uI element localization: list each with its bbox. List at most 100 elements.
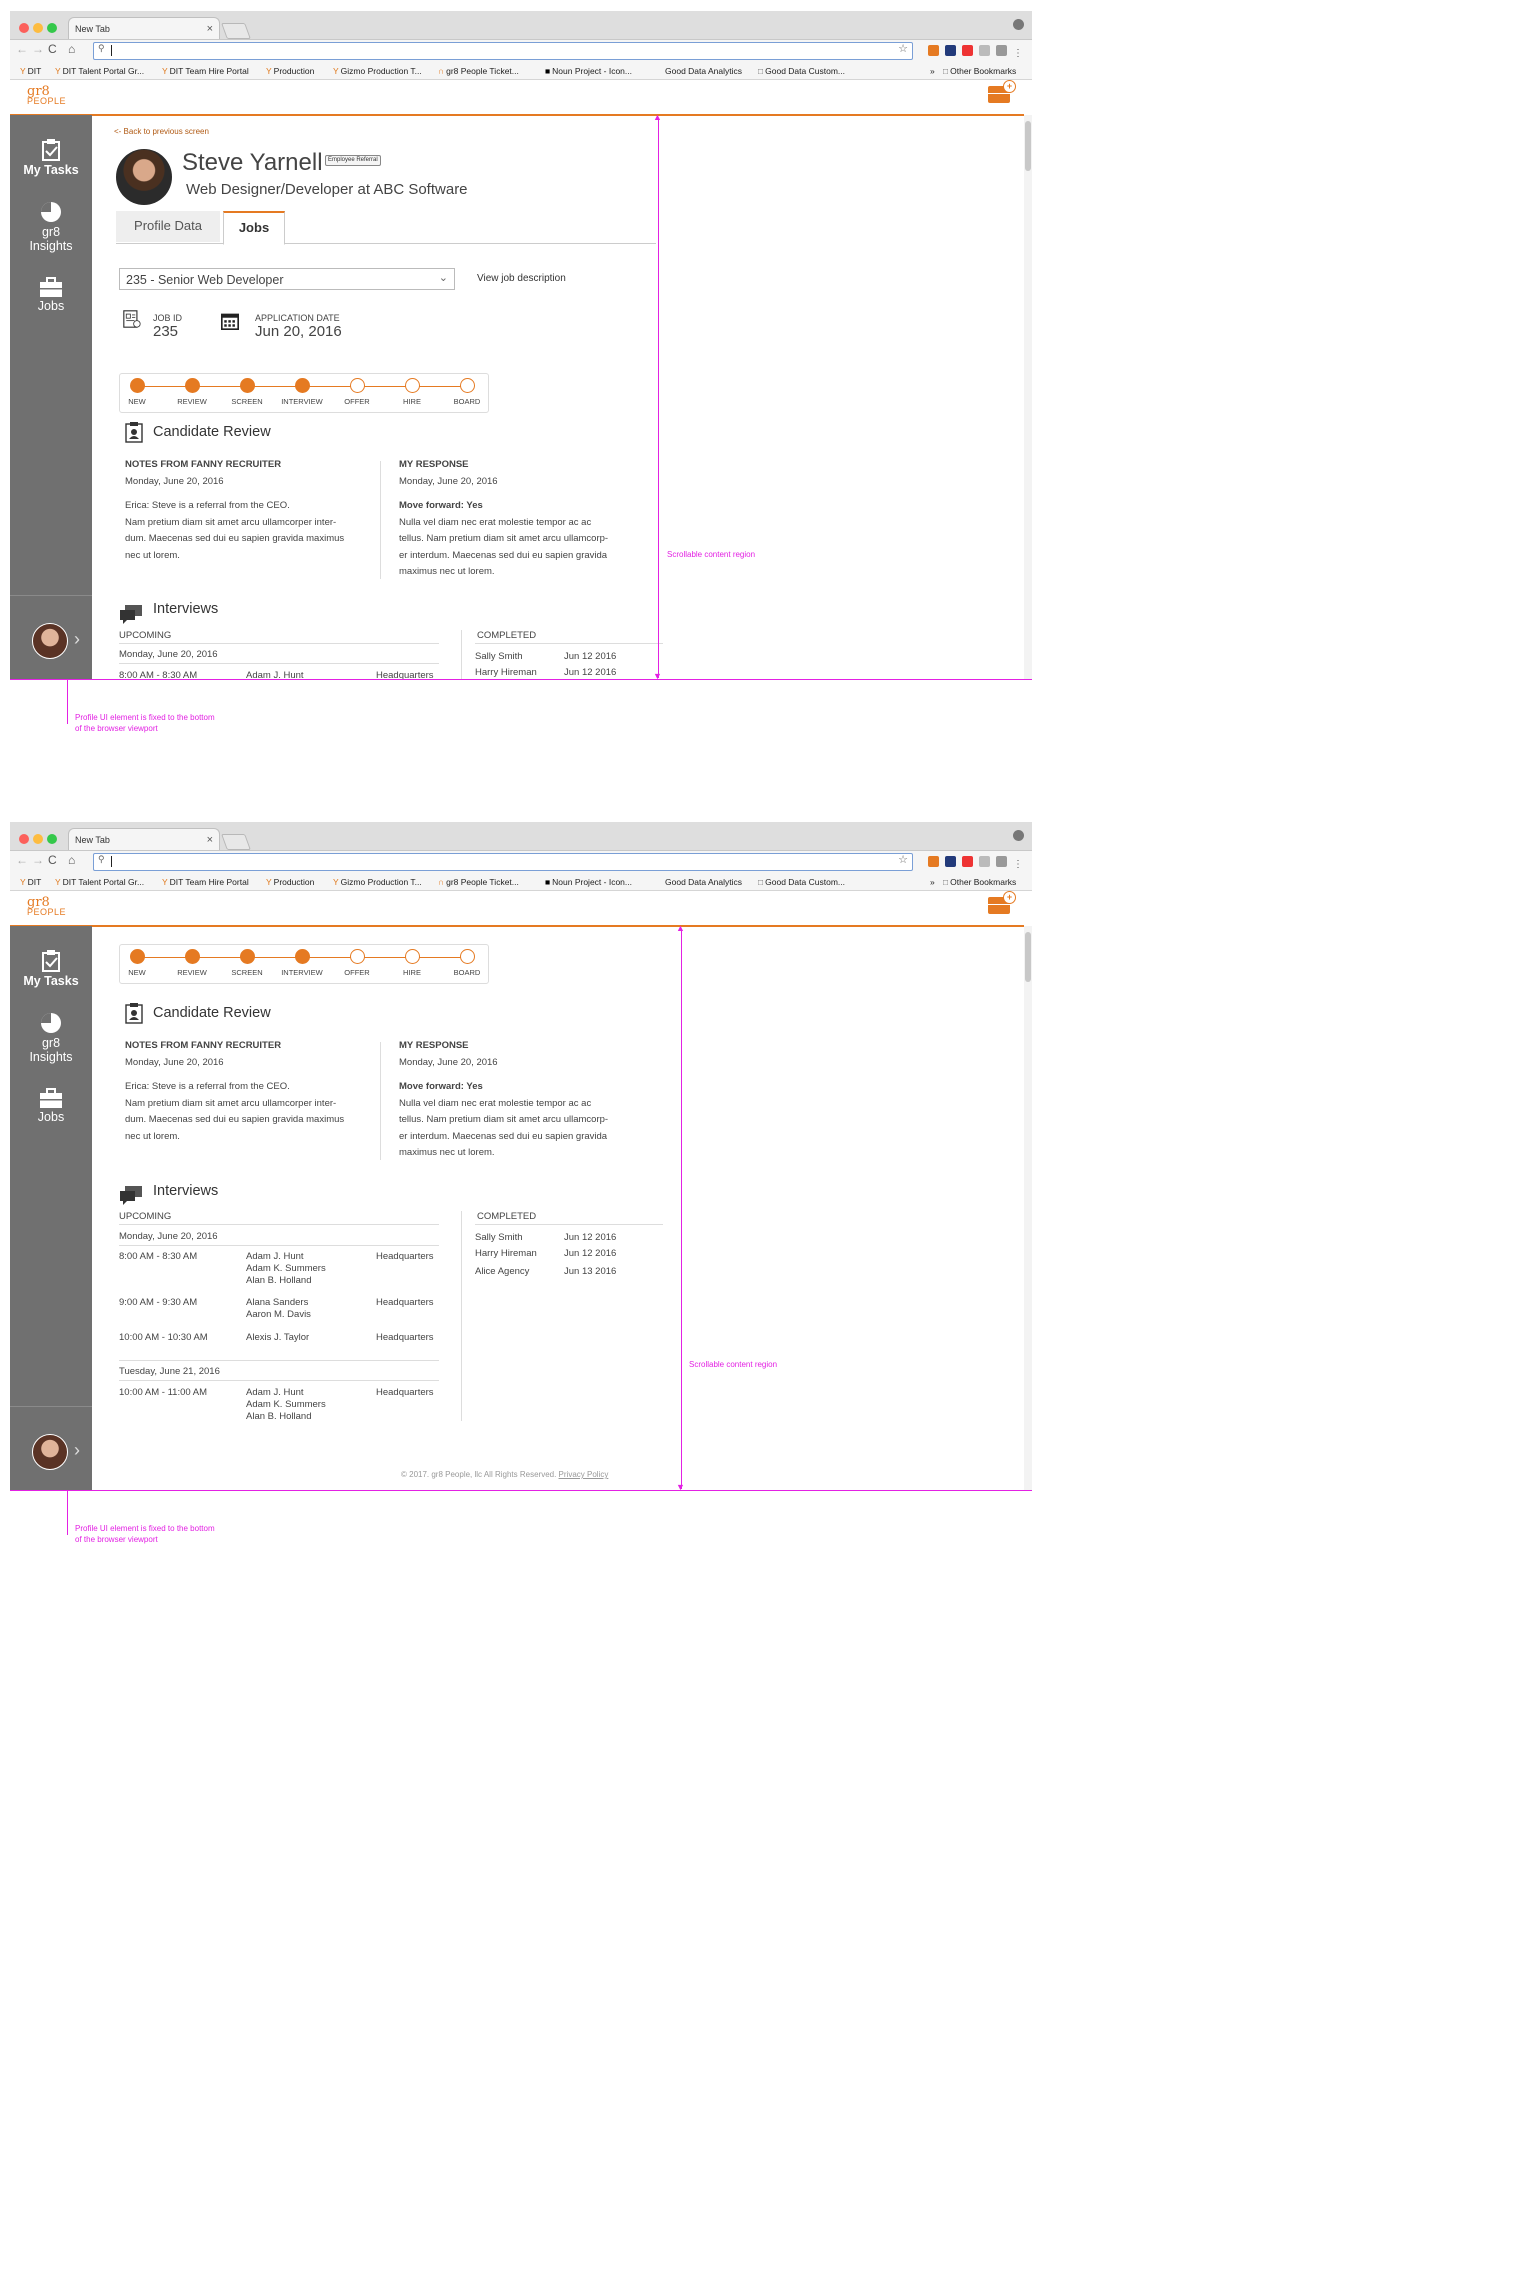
pipeline-step-label: HIRE	[403, 397, 421, 406]
pipeline-step-new[interactable]: NEW	[111, 949, 163, 977]
window-controls[interactable]	[19, 20, 61, 38]
tab-jobs[interactable]: Jobs	[223, 211, 285, 245]
bookmark-item[interactable]: Y Gizmo Production T...	[333, 66, 422, 76]
sidebar-item-my-tasks[interactable]: My Tasks	[10, 139, 92, 177]
address-bar[interactable]: ⚲ ☆	[93, 42, 913, 60]
bookmark-item[interactable]: ■ Noun Project - Icon...	[545, 877, 632, 887]
pipeline-step-new[interactable]: NEW	[111, 378, 163, 406]
back-link[interactable]: <- Back to previous screen	[114, 127, 209, 136]
pipeline-step-interview[interactable]: INTERVIEW	[276, 378, 328, 406]
pipeline-step-offer[interactable]: OFFER	[331, 378, 383, 406]
pipeline-step-offer[interactable]: OFFER	[331, 949, 383, 977]
browser-tab[interactable]: New Tab ×	[68, 828, 220, 850]
profile-menu[interactable]: ›	[10, 1406, 92, 1491]
browser-tab[interactable]: New Tab ×	[68, 17, 220, 39]
pipeline-step-board[interactable]: BOARD	[441, 378, 493, 406]
bookmark-item[interactable]: Y DIT	[20, 877, 41, 887]
bookmark-item[interactable]: □ Good Data Custom...	[758, 66, 845, 76]
forward-arrow-icon[interactable]: →	[32, 42, 48, 56]
extension-icon[interactable]	[979, 856, 990, 867]
forward-arrow-icon[interactable]: →	[32, 853, 48, 867]
add-job-briefcase-icon[interactable]: +	[988, 891, 1016, 914]
profile-menu[interactable]: ›	[10, 595, 92, 680]
bookmark-item[interactable]: Y DIT Team Hire Portal	[162, 877, 249, 887]
bookmark-item[interactable]: Y Production	[266, 66, 314, 76]
new-tab-button[interactable]	[221, 834, 251, 850]
bookmark-star-icon[interactable]: ☆	[898, 42, 908, 55]
scrollbar[interactable]	[1024, 926, 1032, 1491]
chevron-right-icon[interactable]: ›	[74, 1440, 80, 1461]
job-select[interactable]: 235 - Senior Web Developer ⌄	[119, 268, 455, 290]
back-arrow-icon[interactable]: ←	[16, 42, 32, 56]
scrollbar[interactable]	[1024, 115, 1032, 680]
sidebar-item-my-tasks[interactable]: My Tasks	[10, 950, 92, 988]
bookmark-item[interactable]: Y DIT Talent Portal Gr...	[55, 66, 144, 76]
back-arrow-icon[interactable]: ←	[16, 853, 32, 867]
gr8-people-logo[interactable]: gr8 PEOPLE	[27, 895, 66, 917]
home-icon[interactable]: ⌂	[68, 853, 79, 867]
user-avatar[interactable]	[32, 1434, 68, 1470]
address-bar[interactable]: ⚲ ☆	[93, 853, 913, 871]
privacy-policy-link[interactable]: Privacy Policy	[559, 1470, 609, 1479]
pipeline-step-hire[interactable]: HIRE	[386, 949, 438, 977]
gr8-people-logo[interactable]: gr8 PEOPLE	[27, 84, 66, 106]
extension-icon[interactable]	[979, 45, 990, 56]
sidebar-item-jobs[interactable]: Jobs	[10, 277, 92, 313]
extension-icon[interactable]	[945, 45, 956, 56]
extension-icon[interactable]	[996, 45, 1007, 56]
other-bookmarks[interactable]: □ Other Bookmarks	[943, 66, 1016, 76]
chevron-right-icon[interactable]: ›	[74, 629, 80, 650]
close-tab-icon[interactable]: ×	[207, 18, 213, 40]
hiring-pipeline: NEW REVIEW SCREEN INTERVIEW OFFER HIRE BOARD	[119, 373, 489, 413]
interview-time: 8:00 AM - 8:30 AM	[119, 1251, 198, 1262]
user-avatar[interactable]	[32, 623, 68, 659]
extension-icon[interactable]	[928, 45, 939, 56]
sidebar-item-insights[interactable]: gr8 Insights	[10, 201, 92, 253]
pipeline-step-review[interactable]: REVIEW	[166, 949, 218, 977]
bookmark-item[interactable]: ■ Noun Project - Icon...	[545, 66, 632, 76]
pipeline-step-screen[interactable]: SCREEN	[221, 378, 273, 406]
home-icon[interactable]: ⌂	[68, 42, 79, 56]
pipeline-step-review[interactable]: REVIEW	[166, 378, 218, 406]
bookmark-item[interactable]: Y DIT Talent Portal Gr...	[55, 877, 144, 887]
extension-icon[interactable]	[996, 856, 1007, 867]
bookmark-item[interactable]: □ Good Data Custom...	[758, 877, 845, 887]
candidate-name: Steve Yarnell	[182, 149, 323, 176]
menu-icon[interactable]: ⋮	[1013, 860, 1024, 871]
extension-icon[interactable]	[962, 856, 973, 867]
account-icon[interactable]	[1013, 830, 1024, 841]
add-job-briefcase-icon[interactable]: +	[988, 80, 1016, 103]
footer: © 2017. gr8 People, llc All Rights Reser…	[401, 1470, 609, 1479]
tab-profile-data[interactable]: Profile Data	[116, 211, 220, 242]
pipeline-step-hire[interactable]: HIRE	[386, 378, 438, 406]
extension-icon[interactable]	[962, 45, 973, 56]
reload-icon[interactable]: C	[48, 42, 61, 56]
bookmark-item[interactable]: Good Data Analytics	[665, 66, 742, 76]
bookmark-item[interactable]: ∩ gr8 People Ticket...	[438, 66, 519, 76]
account-icon[interactable]	[1013, 19, 1024, 30]
close-tab-icon[interactable]: ×	[207, 829, 213, 851]
extension-icon[interactable]	[945, 856, 956, 867]
bookmark-item[interactable]: Y Production	[266, 877, 314, 887]
bookmark-item[interactable]: Good Data Analytics	[665, 877, 742, 887]
bookmarks-overflow-icon[interactable]: »	[930, 877, 935, 887]
reload-icon[interactable]: C	[48, 853, 61, 867]
menu-icon[interactable]: ⋮	[1013, 49, 1024, 60]
pipeline-step-screen[interactable]: SCREEN	[221, 949, 273, 977]
extension-icon[interactable]	[928, 856, 939, 867]
pipeline-step-board[interactable]: BOARD	[441, 949, 493, 977]
bookmarks-overflow-icon[interactable]: »	[930, 66, 935, 76]
view-job-description-link[interactable]: View job description	[477, 273, 566, 284]
sidebar-item-insights[interactable]: gr8 Insights	[10, 1012, 92, 1064]
other-bookmarks[interactable]: □ Other Bookmarks	[943, 877, 1016, 887]
sidebar-item-jobs[interactable]: Jobs	[10, 1088, 92, 1124]
bookmark-item[interactable]: ∩ gr8 People Ticket...	[438, 877, 519, 887]
bookmark-star-icon[interactable]: ☆	[898, 853, 908, 866]
app-header: gr8 PEOPLE +	[10, 891, 1024, 927]
new-tab-button[interactable]	[221, 23, 251, 39]
pipeline-step-interview[interactable]: INTERVIEW	[276, 949, 328, 977]
bookmark-item[interactable]: Y DIT Team Hire Portal	[162, 66, 249, 76]
window-controls[interactable]	[19, 831, 61, 849]
bookmark-item[interactable]: Y Gizmo Production T...	[333, 877, 422, 887]
bookmark-item[interactable]: Y DIT	[20, 66, 41, 76]
